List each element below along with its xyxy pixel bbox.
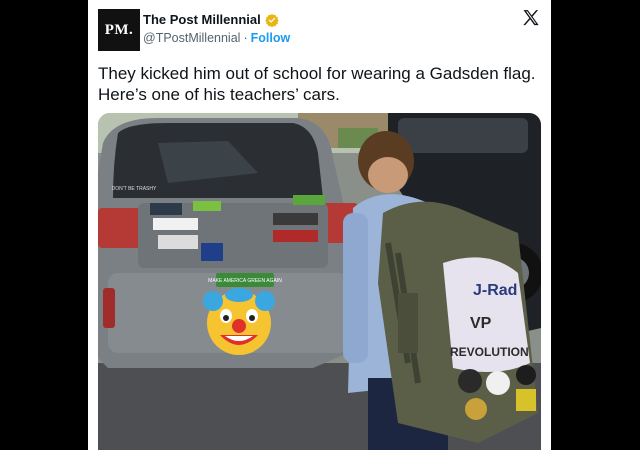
author-name-row: The Post Millennial [143,12,279,27]
bumper-reflector [103,288,115,328]
backpack-text: J-Rad [473,282,517,299]
sticker [273,230,318,242]
handle-row: @TPostMillennial · Follow [143,31,290,45]
patch [516,365,536,385]
sticker [293,195,325,205]
patch [465,398,487,420]
gadsden-patch [516,389,536,411]
avatar-text: PM. [104,21,134,38]
separator-dot: · [243,31,248,45]
arm [343,213,368,363]
sticker [273,213,318,225]
sticker [150,203,182,215]
backpack: J-Rad VP REVOLUTION [378,201,538,443]
tweet-card: PM. The Post Millennial @TPostMillennial… [88,0,551,450]
sticker [193,201,221,211]
sticker [201,243,223,261]
face [368,157,408,193]
sticker [158,235,198,249]
photo-scene: MAKE AMERICA GREEN AGAIN DON'T BE TRASHY [98,113,541,450]
author-handle[interactable]: @TPostMillennial [143,31,240,45]
sticker-text: DON'T BE TRASHY [112,186,157,192]
tweet-text-line-2: Here’s one of his teachers’ cars. [98,85,340,104]
patch [486,371,510,395]
avatar[interactable]: PM. [98,9,140,51]
patch [458,369,482,393]
follow-button[interactable]: Follow [251,31,291,45]
sticker [153,218,198,230]
x-logo-icon[interactable] [521,8,541,28]
suv-window [398,118,528,153]
tweet-text: They kicked him out of school for wearin… [98,63,543,105]
backpack-text: VP [470,315,492,332]
tweet-text-line-1: They kicked him out of school for wearin… [98,64,536,83]
sticker-text: MAKE AMERICA GREEN AGAIN [208,278,282,284]
backpack-text: REVOLUTION [450,345,529,359]
verified-badge-icon [265,13,279,27]
author-name[interactable]: The Post Millennial [143,12,261,27]
tweet-photo[interactable]: MAKE AMERICA GREEN AGAIN DON'T BE TRASHY [98,113,541,450]
